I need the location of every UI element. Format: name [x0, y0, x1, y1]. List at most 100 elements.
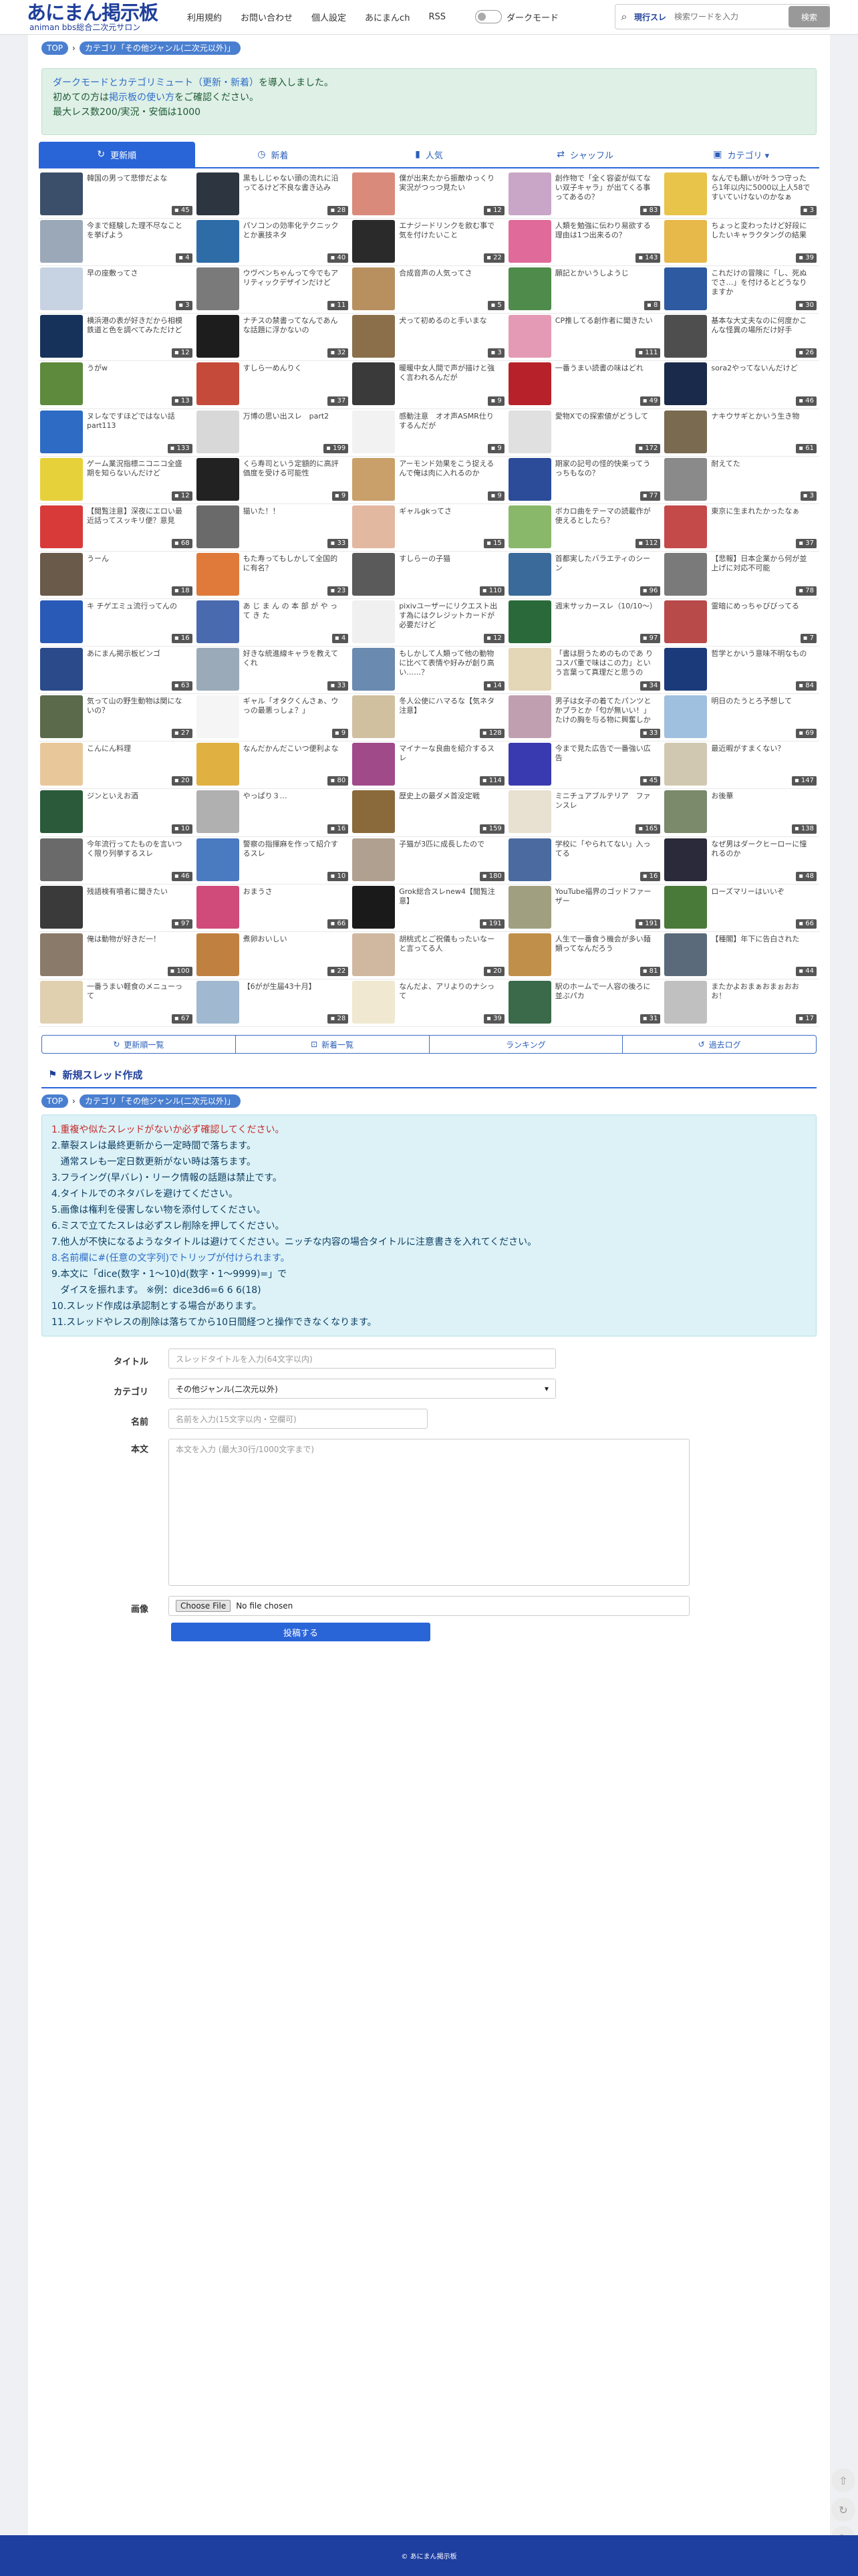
- thread-title[interactable]: もしかして人類って他の動物に比べて表情や好みが創り高い……？: [399, 649, 500, 677]
- thread-title[interactable]: ミニチュアブルテリア ファンスレ: [555, 792, 657, 820]
- thread-item[interactable]: キ チゲエミュ流行ってんの ▪ 16: [39, 599, 195, 647]
- thread-title[interactable]: パソコンの効率化テクニックとか裏技ネタ: [243, 221, 345, 249]
- search-button[interactable]: 検索: [789, 6, 830, 27]
- thread-thumbnail[interactable]: [40, 267, 83, 311]
- thread-title[interactable]: 猫いた！！: [243, 507, 345, 535]
- thread-item[interactable]: 胡桃式とご祝儀もったいなーと言ってる人 ▪ 20: [351, 932, 507, 979]
- breadcrumb-category[interactable]: カテゴリ「その他ジャンル(二次元以外)」: [79, 1094, 241, 1108]
- thread-thumbnail[interactable]: [508, 457, 551, 501]
- thread-item[interactable]: パソコンの効率化テクニックとか裏技ネタ ▪ 40: [194, 219, 351, 267]
- thread-thumbnail[interactable]: [40, 552, 83, 596]
- thread-title[interactable]: こんにん料理: [87, 744, 188, 772]
- thread-item[interactable]: ローズマリーはいいぞ ▪ 66: [663, 885, 819, 932]
- thread-title[interactable]: 犬って初めるのと手いまな: [399, 316, 500, 344]
- thread-title[interactable]: お後華: [711, 792, 813, 820]
- thread-thumbnail[interactable]: [40, 172, 83, 215]
- thread-title[interactable]: 週末サッカースレ（10/10〜）: [555, 602, 657, 630]
- thread-item[interactable]: ミニチュアブルテリア ファンスレ ▪ 165: [507, 789, 664, 837]
- thread-item[interactable]: 煮卵おいしい ▪ 22: [194, 932, 351, 979]
- thread-item[interactable]: なんだよ、アリよりのナシって ▪ 39: [351, 979, 507, 1027]
- thread-thumbnail[interactable]: [40, 933, 83, 976]
- thread-item[interactable]: 横浜港の表が好きだから相模鉄道と色を調べてみただけど ▪ 12: [39, 314, 195, 362]
- thread-title[interactable]: sora2やってないんだけど: [711, 364, 813, 392]
- thread-title[interactable]: ギャルgkってさ: [399, 507, 500, 535]
- tab-popular[interactable]: ▮ 人気: [351, 142, 507, 168]
- thread-item[interactable]: うがw ▪ 13: [39, 361, 195, 409]
- thread-thumbnail[interactable]: [508, 410, 551, 453]
- thread-thumbnail[interactable]: [352, 457, 396, 501]
- thread-thumbnail[interactable]: [196, 933, 239, 976]
- thread-title[interactable]: 煮卵おいしい: [243, 935, 345, 963]
- thread-title[interactable]: 基本な大丈夫なのに何度かこんな怪異の場所だけ好手: [711, 316, 813, 344]
- tab-updated[interactable]: ↻ 更新順: [39, 142, 195, 168]
- breadcrumb-top[interactable]: TOP: [41, 1094, 69, 1108]
- thread-item[interactable]: CP推してる創作者に聞きたい ▪ 111: [507, 314, 664, 362]
- thread-title[interactable]: なんだよ、アリよりのナシって: [399, 982, 500, 1010]
- thread-thumbnail[interactable]: [196, 600, 239, 643]
- thread-thumbnail[interactable]: [40, 838, 83, 881]
- toggle-switch[interactable]: [474, 10, 502, 23]
- thread-thumbnail[interactable]: [40, 695, 83, 739]
- thread-title[interactable]: ヌレなですほどではない話part113: [87, 412, 188, 440]
- category-select[interactable]: その他ジャンル(二次元以外) ▾: [168, 1379, 556, 1399]
- thread-title[interactable]: もた寿ってもしかして全国的に有名？: [243, 554, 345, 582]
- thread-thumbnail[interactable]: [508, 743, 551, 786]
- thread-title[interactable]: ゲーム業況指標ニコニコ全盛期を知らないんだけど: [87, 459, 188, 487]
- thread-thumbnail[interactable]: [352, 838, 396, 881]
- name-input[interactable]: 名前を入力(15文字以内・空欄可): [168, 1409, 428, 1429]
- thread-title[interactable]: 一番うまい軽食のメニューって: [87, 982, 188, 1010]
- thread-title[interactable]: 今年流行ってたものを言いつく限り列挙するスレ: [87, 840, 188, 868]
- nav-ranking[interactable]: ランキング: [430, 1036, 623, 1053]
- thread-item[interactable]: アーモンド効果をこう捉えるんで俺は肉に入れるのか ▪ 9: [351, 457, 507, 504]
- thread-title[interactable]: 合成音声の人気ってさ: [399, 269, 500, 297]
- thread-title[interactable]: 暖暖中女人間で声が描けと強く言われるんだが: [399, 364, 500, 392]
- thread-item[interactable]: 男子は女子の着てたパンツとかブラとか「匂が無いい！」たけの胸を与る物に興奮しかち…: [507, 694, 664, 742]
- thread-thumbnail[interactable]: [196, 457, 239, 501]
- thread-title[interactable]: 人類を勉強に伝わり易欲する理由は1つ出来るの？: [555, 221, 657, 249]
- thread-thumbnail[interactable]: [508, 933, 551, 976]
- thread-title[interactable]: Grok総合スレnew4【閲覧注意】: [399, 887, 500, 915]
- thread-title[interactable]: YouTube福界のゴッドファーザー: [555, 887, 657, 915]
- thread-thumbnail[interactable]: [352, 600, 396, 643]
- tab-shuffle[interactable]: ⇄ シャッフル: [507, 142, 664, 168]
- thread-thumbnail[interactable]: [664, 172, 708, 215]
- thread-title[interactable]: なぜ男はダークヒーローに憧れるのか: [711, 840, 813, 868]
- tab-new[interactable]: ◷ 新着: [194, 142, 351, 168]
- thread-item[interactable]: ちょっと変わったけど好段にしたいキャラクタングの結果 ▪ 39: [663, 219, 819, 267]
- thread-item[interactable]: 合成音声の人気ってさ ▪ 5: [351, 266, 507, 314]
- thread-title[interactable]: 歴史上の最ダメ首没定戦: [399, 792, 500, 820]
- thread-item[interactable]: 基本な大丈夫なのに何度かこんな怪異の場所だけ好手 ▪ 26: [663, 314, 819, 362]
- nav-new-list[interactable]: ⊡ 新着一覧: [236, 1036, 430, 1053]
- thread-title[interactable]: 学校に「やられてない」入ってる: [555, 840, 657, 868]
- thread-item[interactable]: うーん ▪ 18: [39, 552, 195, 599]
- thread-title[interactable]: 【悲報】日本企業から何が並上げに対応不可能: [711, 554, 813, 582]
- thread-item[interactable]: これだけの冒険に「し、死ぬでさ…」を付けるとどうなりますか ▪ 30: [663, 266, 819, 314]
- thread-thumbnail[interactable]: [196, 838, 239, 881]
- breadcrumb-top[interactable]: TOP: [41, 41, 69, 55]
- thread-thumbnail[interactable]: [40, 362, 83, 406]
- thread-thumbnail[interactable]: [196, 267, 239, 311]
- thread-item[interactable]: ジンといえお酒 ▪ 10: [39, 789, 195, 837]
- thread-title[interactable]: 【6がが生届43十月】: [243, 982, 345, 1010]
- thread-thumbnail[interactable]: [352, 410, 396, 453]
- thread-item[interactable]: pixivユーザーにリクエスト出す為にはクレジットカードが必要だけど ▪ 12: [351, 599, 507, 647]
- site-logo[interactable]: あにまん掲示板 animan bbs総合二次元サロン: [27, 1, 174, 32]
- title-input[interactable]: スレッドタイトルを入力(64文字以内): [168, 1349, 556, 1369]
- thread-item[interactable]: ナチスの禁書ってなんであんな話題に浮かないの ▪ 32: [194, 314, 351, 362]
- thread-thumbnail[interactable]: [352, 362, 396, 406]
- body-textarea[interactable]: 本文を入力 (最大30行/1000文字まで): [168, 1439, 690, 1586]
- thread-thumbnail[interactable]: [352, 267, 396, 311]
- thread-thumbnail[interactable]: [664, 933, 708, 976]
- thread-item[interactable]: 一番うまい読書の味はどれ ▪ 49: [507, 361, 664, 409]
- thread-item[interactable]: 【閲覧注意】深夜にエロい最近話ってスッキリ便？意見 ▪ 68: [39, 504, 195, 552]
- thread-item[interactable]: やっぱり３… ▪ 16: [194, 789, 351, 837]
- thread-thumbnail[interactable]: [508, 600, 551, 643]
- thread-title[interactable]: 最近暇がすまくない？: [711, 744, 813, 772]
- thread-title[interactable]: 哲学とかいう意味不明なもの: [711, 649, 813, 677]
- thread-thumbnail[interactable]: [352, 648, 396, 691]
- notice-link-darkmode[interactable]: ダークモードとカテゴリミュート（更新・新着）: [53, 78, 259, 88]
- thread-item[interactable]: 明日のたうとろ予想して ▪ 69: [663, 694, 819, 742]
- thread-thumbnail[interactable]: [508, 172, 551, 215]
- thread-title[interactable]: ボカロ曲をテーマの読載作が使えるとしたら？: [555, 507, 657, 535]
- thread-item[interactable]: お後華 ▪ 138: [663, 789, 819, 837]
